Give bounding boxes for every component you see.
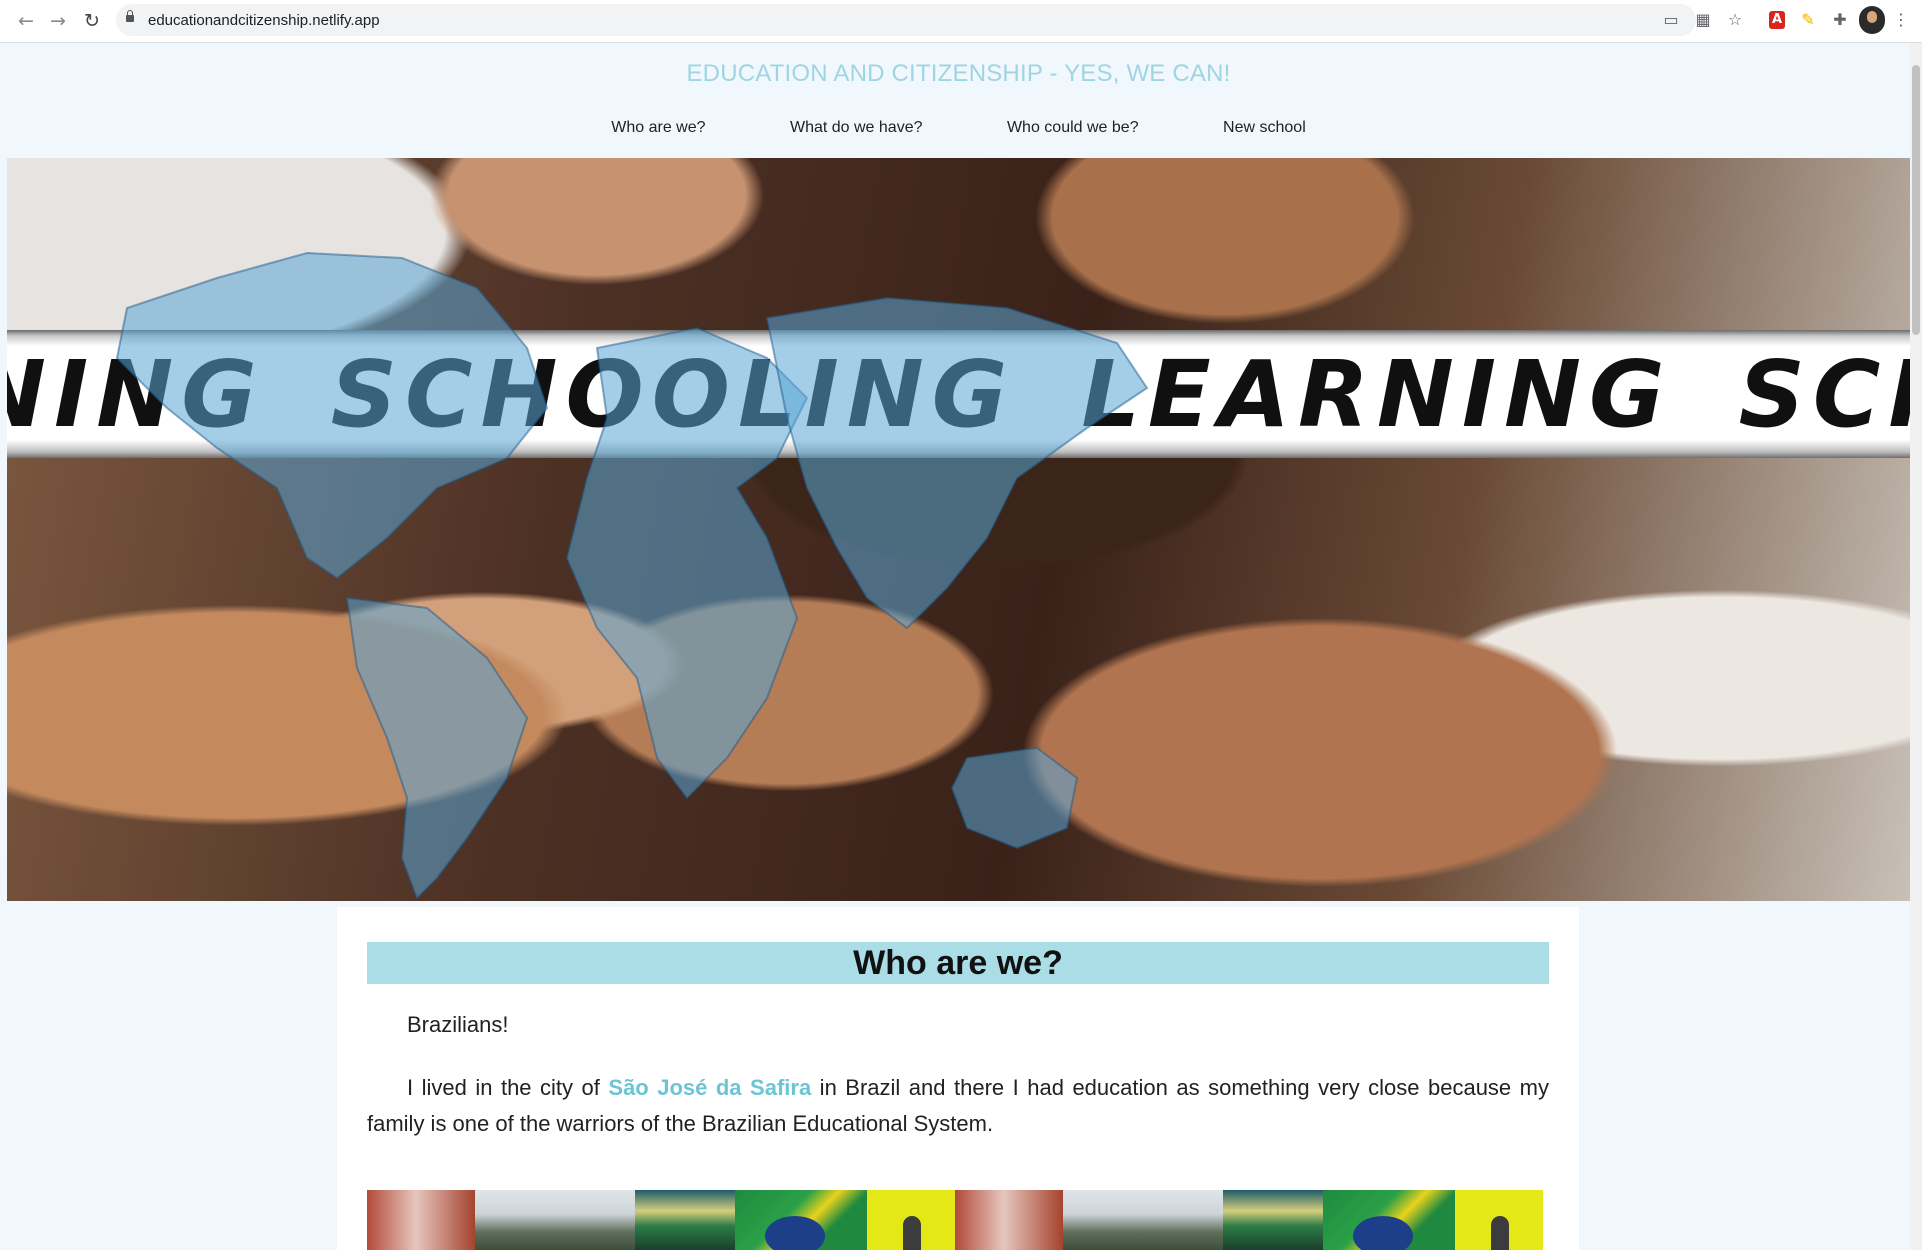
hero-word: NING — [7, 341, 265, 448]
puzzle-icon[interactable]: ✚ — [1829, 9, 1851, 31]
photo-tile — [735, 1190, 867, 1250]
paragraph-text: I lived in the city of — [407, 1075, 609, 1100]
reload-icon[interactable]: ↻ — [80, 9, 104, 33]
nav-link-who-could-we-be[interactable]: Who could we be? — [1007, 119, 1139, 137]
photo-tile — [475, 1190, 635, 1250]
hero-banner: NING SCHOOLING LEARNING SCHOOL — [7, 158, 1910, 901]
paragraph-story: I lived in the city of São José da Safir… — [367, 1070, 1549, 1142]
site-nav: Who are we? What do we have? Who could w… — [7, 119, 1910, 137]
photo-tile — [955, 1190, 1063, 1250]
main-content: Who are we? Brazilians! I lived in the c… — [337, 907, 1579, 1250]
browser-toolbar: ← → ↻ educationandcitizenship.netlify.ap… — [0, 0, 1922, 43]
scrollbar-thumb[interactable] — [1912, 65, 1920, 335]
photo-tile — [1223, 1190, 1323, 1250]
world-map-overlay — [115, 251, 1149, 900]
city-link[interactable]: São José da Safira — [608, 1075, 811, 1100]
hero-word: SCHOOLING — [330, 341, 1016, 448]
back-icon[interactable]: ← — [14, 9, 38, 33]
photo-tile — [867, 1190, 955, 1250]
star-icon[interactable]: ☆ — [1724, 9, 1746, 31]
hero-word: LEARNING — [1081, 341, 1673, 448]
nav-link-what-do-we-have[interactable]: What do we have? — [790, 119, 923, 137]
page-scrollbar[interactable] — [1910, 43, 1922, 1250]
photo-tile — [1455, 1190, 1543, 1250]
south-america-shape — [345, 596, 529, 900]
web-page: EDUCATION AND CITIZENSHIP - YES, WE CAN!… — [7, 43, 1910, 1250]
hero-words: NING SCHOOLING LEARNING SCHOOL — [7, 340, 1910, 450]
photo-tile — [367, 1190, 475, 1250]
australia-shape — [950, 746, 1079, 850]
highlighter-icon[interactable]: ✎ — [1797, 9, 1819, 31]
section-heading: Who are we? — [367, 942, 1549, 984]
url-text[interactable]: educationandcitizenship.netlify.app — [148, 12, 380, 29]
site-title: EDUCATION AND CITIZENSHIP - YES, WE CAN! — [686, 60, 1231, 87]
paragraph-intro: Brazilians! — [407, 1012, 509, 1037]
photo-tile — [1063, 1190, 1223, 1250]
menu-icon[interactable]: ⋮ — [1893, 9, 1909, 31]
pdf-icon[interactable]: A — [1769, 11, 1785, 29]
profile-avatar[interactable] — [1859, 6, 1885, 34]
qr-icon[interactable]: ▦ — [1692, 9, 1714, 31]
photo-tile — [635, 1190, 735, 1250]
address-bar[interactable]: educationandcitizenship.netlify.app — [116, 4, 1696, 36]
photo-strip — [367, 1190, 1549, 1250]
nav-link-who-are-we[interactable]: Who are we? — [611, 119, 705, 137]
lock-icon — [126, 10, 134, 22]
forward-icon[interactable]: → — [46, 9, 70, 33]
hero-word: SCHOOL — [1738, 341, 1910, 448]
nav-link-new-school[interactable]: New school — [1223, 119, 1306, 137]
photo-tile — [1323, 1190, 1455, 1250]
cast-icon[interactable]: ▭ — [1660, 9, 1682, 31]
